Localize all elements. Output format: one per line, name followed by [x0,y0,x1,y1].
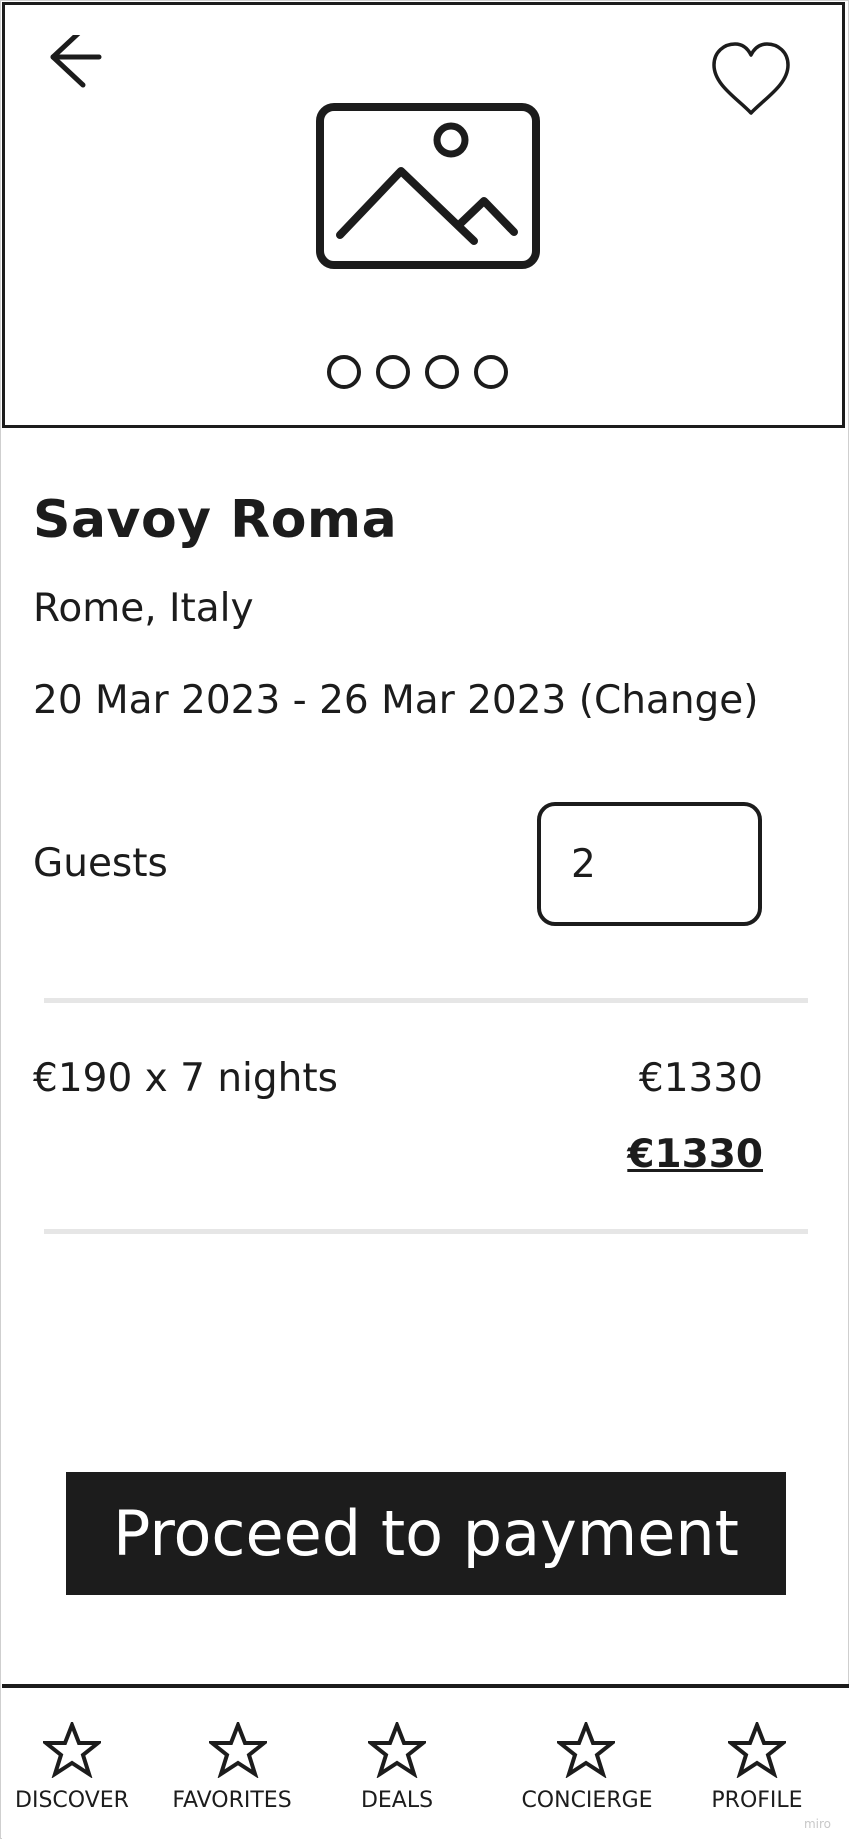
gallery-dot-2[interactable] [376,355,410,389]
proceed-to-payment-button[interactable]: Proceed to payment [66,1472,786,1595]
back-button[interactable] [45,26,109,99]
star-icon [209,1722,267,1778]
gallery-dot-3[interactable] [425,355,459,389]
heart-outline-icon [712,42,790,115]
nav-label: DEALS [360,1788,434,1813]
favorite-button[interactable] [708,39,794,119]
hotel-location: Rome, Italy [33,586,254,631]
guests-input[interactable] [537,802,762,926]
hotel-image-gallery[interactable] [2,2,845,428]
star-icon [557,1722,615,1778]
nav-label: PROFILE [711,1788,803,1813]
divider-bottom [44,1229,808,1234]
nav-item-concierge[interactable]: CONCIERGE [502,1688,672,1839]
gallery-page-indicator [327,355,508,389]
nav-item-deals[interactable]: DEALS [342,1688,452,1839]
guests-label: Guests [33,841,168,886]
price-per-night-description: €190 x 7 nights [33,1056,338,1101]
nav-item-favorites[interactable]: FAVORITES [167,1688,297,1839]
nav-label: FAVORITES [172,1788,292,1813]
miro-watermark: miro [803,1817,831,1831]
price-subtotal: €1330 [638,1056,763,1101]
gallery-dot-4[interactable] [474,355,508,389]
bottom-navigation: DISCOVER FAVORITES DEALS CONCIERGE PROFI… [2,1684,849,1839]
arrow-left-icon [50,26,102,88]
star-icon [728,1722,786,1778]
divider-top [44,998,808,1003]
stay-dates-change-link[interactable]: 20 Mar 2023 - 26 Mar 2023 (Change) [33,678,759,723]
gallery-dot-1[interactable] [327,355,361,389]
star-icon [43,1722,101,1778]
star-icon [368,1722,426,1778]
nav-item-discover[interactable]: DISCOVER [2,1688,142,1839]
nav-item-profile[interactable]: PROFILE [697,1688,817,1839]
nav-label: DISCOVER [15,1788,129,1813]
image-placeholder-icon [316,103,540,273]
hotel-name: Savoy Roma [33,490,398,550]
nav-label: CONCIERGE [521,1788,653,1813]
price-total: €1330 [627,1132,763,1177]
